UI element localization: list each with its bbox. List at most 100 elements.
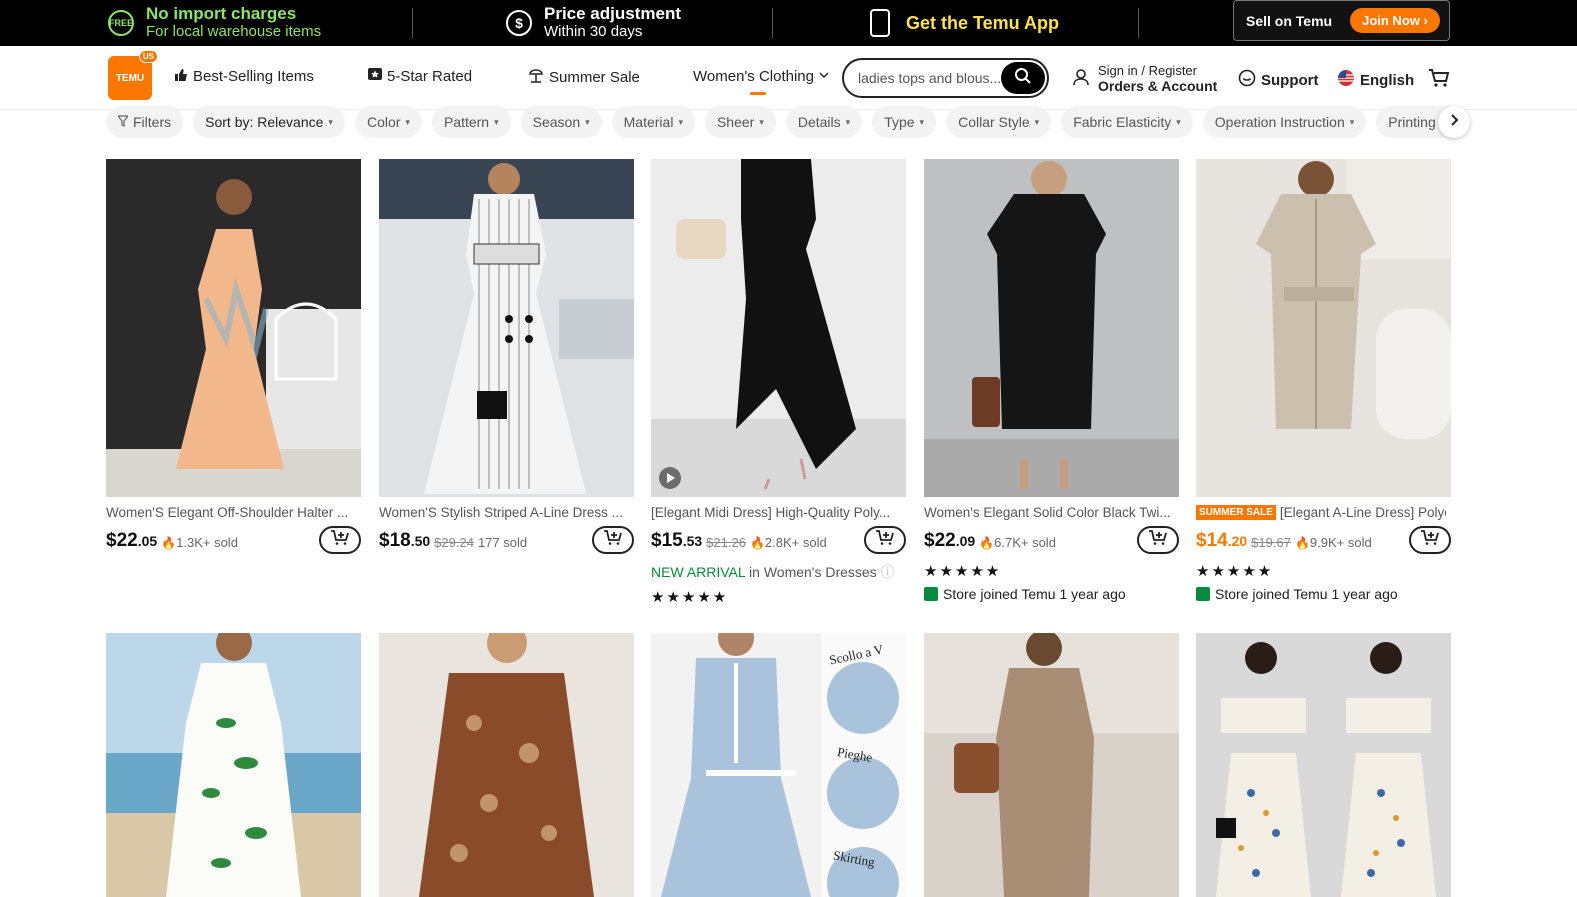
flame-icon: 🔥 [979,536,995,550]
nav-five-star[interactable]: 5-Star Rated [368,68,472,85]
beach-umbrella-icon [528,68,544,87]
chip-label: Season [532,114,581,130]
new-arrival-label: NEW ARRIVAL [651,564,746,580]
product-image[interactable] [106,159,361,497]
search-box [842,58,1049,98]
support-button[interactable]: Support [1238,69,1319,91]
sort-dropdown[interactable]: Sort by: Relevance ▾ [193,106,345,138]
promo-subtitle: Within 30 days [544,23,643,40]
add-to-cart-button[interactable] [1137,526,1179,554]
product-card[interactable] [379,633,634,897]
promo-bar: FREE No import charges For local warehou… [0,0,1577,46]
price-decimal: .05 [137,533,158,549]
product-image[interactable] [106,633,361,897]
nav-label: Summer Sale [549,69,640,86]
filter-bar: Filters Sort by: Relevance ▾ Color ▾ Patte… [106,105,1470,139]
price-adjustment-promo[interactable]: $ Price adjustment Within 30 days [506,0,681,46]
chip-label: Details [797,114,841,130]
product-card[interactable] [924,633,1179,897]
filter-type[interactable]: Type ▾ [872,106,937,138]
product-image[interactable] [924,159,1179,497]
add-to-cart-button[interactable] [592,526,634,554]
filter-fabric-elasticity[interactable]: Fabric Elasticity ▾ [1061,106,1193,138]
sold-count: 🔥6.7K+ sold [979,535,1056,550]
price-decimal: .50 [410,533,431,549]
chevron-down-icon: ▾ [585,116,590,127]
product-card[interactable]: SUMMER SALE [Elegant A-Line Dress] Polye.… [1196,159,1451,602]
store-icon [1196,587,1210,601]
product-image[interactable] [1196,633,1451,897]
filter-material[interactable]: Material ▾ [611,106,695,138]
sell-on-temu-banner[interactable]: Sell on Temu Join Now › [1233,0,1450,41]
product-card[interactable] [106,633,361,897]
no-import-charges-promo[interactable]: FREE No import charges For local warehou… [108,0,321,46]
add-to-cart-button[interactable] [864,526,906,554]
add-to-cart-button[interactable] [1409,526,1451,554]
product-image[interactable] [651,159,906,497]
search-input[interactable] [858,70,1008,86]
add-to-cart-button[interactable] [319,526,361,554]
product-card[interactable]: Women'S Stylish Striped A-Line Dress ...… [379,159,634,554]
product-title[interactable]: Women'S Elegant Off-Shoulder Halter ... [106,505,356,520]
product-price: $14.20 [1196,530,1247,552]
flame-icon: 🔥 [1294,536,1310,550]
star-icon [368,68,382,85]
sold-label: 2.8K+ sold [764,535,827,550]
language-selector[interactable]: English [1337,69,1414,91]
thumbs-up-icon [174,68,188,85]
product-card[interactable] [1196,633,1451,897]
filter-details[interactable]: Details ▾ [785,106,863,138]
chip-label: Pattern [443,114,490,130]
product-image[interactable] [379,633,634,897]
join-now-button[interactable]: Join Now › [1350,8,1440,33]
product-card[interactable]: Women's Elegant Solid Color Black Twi...… [924,159,1179,602]
header: TEMU US Best-Selling Items 5-Star Rated … [0,46,1577,110]
temu-logo[interactable]: TEMU US [108,50,158,100]
filter-color[interactable]: Color ▾ [354,106,422,138]
star-rating: ★★★★★ [651,589,729,606]
chip-label: Fabric Elasticity [1073,114,1172,130]
nav-womens-clothing[interactable]: Women's Clothing [693,68,829,95]
filters-button[interactable]: Filters [106,106,184,138]
store-label: Store joined Temu 1 year ago [943,586,1126,602]
filter-operation-instruction[interactable]: Operation Instruction ▾ [1202,106,1367,138]
filter-sheer[interactable]: Sheer ▾ [704,106,776,138]
info-icon[interactable]: ⓘ [881,564,895,580]
divider [412,8,413,38]
filter-collar-style[interactable]: Collar Style ▾ [946,106,1052,138]
sign-in-label: Sign in / Register [1098,63,1197,78]
nav-summer-sale[interactable]: Summer Sale [528,68,640,87]
cart-button[interactable] [1428,68,1450,92]
product-image[interactable] [924,633,1179,897]
product-card[interactable]: [Elegant Midi Dress] High-Quality Poly..… [651,159,906,606]
product-title[interactable]: Women's Elegant Solid Color Black Twi... [924,505,1174,520]
sold-count: 🔥9.9K+ sold [1295,535,1372,550]
filter-season[interactable]: Season ▾ [520,106,602,138]
product-title[interactable]: Women'S Stylish Striped A-Line Dress ... [379,505,629,520]
get-app-promo[interactable]: Get the Temu App [870,0,1059,46]
price-integer: $14 [1196,530,1228,551]
product-card[interactable]: Scollo a V Pieghe Skirting [651,633,906,897]
account-menu[interactable]: Sign in / Register Orders & Account [1072,64,1217,94]
region-badge: US [138,50,158,63]
product-image[interactable] [379,159,634,497]
product-card[interactable]: Women'S Elegant Off-Shoulder Halter ... … [106,159,361,554]
chevron-down-icon: ▾ [919,116,925,127]
sell-label: Sell on Temu [1246,12,1333,29]
product-title[interactable]: [Elegant Midi Dress] High-Quality Poly..… [651,505,901,520]
search-icon [1014,67,1032,90]
store-info[interactable]: Store joined Temu 1 year ago [924,586,1179,602]
new-arrival-badge[interactable]: NEW ARRIVAL in Women's Dresses ⓘ [651,562,906,582]
product-image[interactable] [1196,159,1451,497]
nav-best-selling[interactable]: Best-Selling Items [174,68,314,85]
price-integer: $22 [924,530,956,551]
product-image[interactable]: Scollo a V Pieghe Skirting [651,633,906,897]
product-title[interactable]: SUMMER SALE [Elegant A-Line Dress] Polye.… [1196,505,1446,520]
filters-scroll-right-button[interactable] [1438,106,1470,138]
product-price: $18.50 [379,530,430,552]
video-play-icon[interactable] [659,467,681,489]
search-button[interactable] [1001,62,1045,94]
filter-pattern[interactable]: Pattern ▾ [431,106,511,138]
sold-label: 6.7K+ sold [994,535,1056,550]
store-info[interactable]: Store joined Temu 1 year ago [1196,586,1451,602]
